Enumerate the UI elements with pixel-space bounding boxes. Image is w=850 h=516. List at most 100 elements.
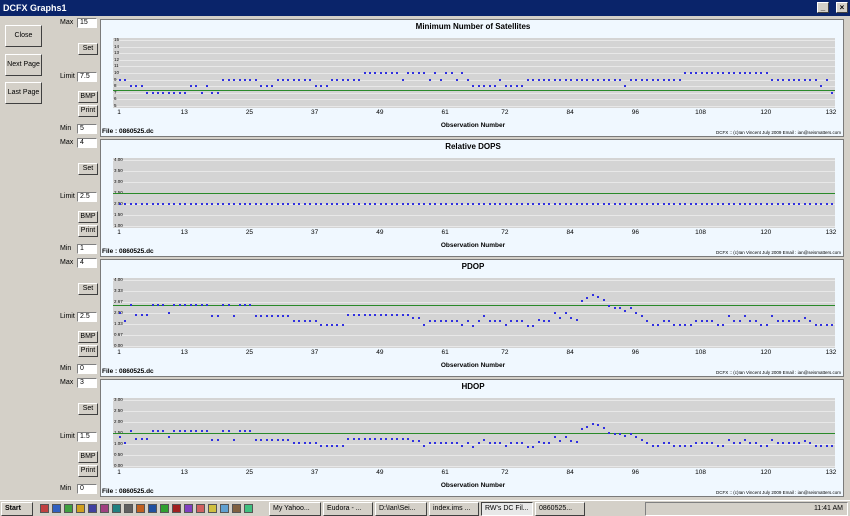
quicklaunch-icon[interactable] (40, 504, 49, 513)
data-point (282, 203, 285, 205)
close-button[interactable]: Close (5, 25, 42, 47)
data-point (597, 203, 600, 205)
y-tick-label: 14 (114, 43, 120, 49)
data-point (695, 442, 698, 445)
min-input[interactable]: 1 (77, 244, 97, 254)
task-button[interactable]: Eudora - ... (323, 502, 373, 516)
grid-line (113, 59, 835, 61)
data-point (227, 303, 230, 306)
data-point (390, 313, 393, 316)
data-point (711, 203, 714, 205)
print-button[interactable]: Print (78, 225, 98, 237)
quicklaunch-icon[interactable] (208, 504, 217, 513)
data-point (472, 446, 475, 449)
limit-input[interactable]: 7.5 (77, 72, 97, 82)
min-input[interactable]: 0 (77, 484, 97, 494)
quicklaunch-icon[interactable] (160, 504, 169, 513)
print-button[interactable]: Print (78, 345, 98, 357)
data-point (792, 203, 795, 205)
bmp-button[interactable]: BMP (78, 211, 98, 223)
data-point (749, 72, 752, 74)
y-tick-label: 0.00 (114, 343, 123, 348)
credit-text: DCFX :: (c)Ian Vincent July 2009 Email :… (715, 130, 841, 135)
min-input[interactable]: 5 (77, 124, 97, 134)
data-point (716, 72, 719, 74)
start-button[interactable]: Start (1, 502, 33, 516)
graph-panel: HDOP 3.00 2.50 2.00 1.50 1.00 0.50 0.00 1 13 25 37 4… (100, 379, 844, 497)
data-point (483, 203, 486, 205)
limit-input[interactable]: 1.5 (77, 432, 97, 442)
quicklaunch-icon[interactable] (100, 504, 109, 513)
next-page-button[interactable]: Next Page (5, 54, 42, 76)
data-point (135, 85, 138, 88)
bmp-button[interactable]: BMP (78, 451, 98, 463)
data-point (233, 78, 236, 81)
max-input[interactable]: 3 (77, 378, 97, 388)
data-point (455, 320, 458, 323)
max-input[interactable]: 4 (77, 258, 97, 268)
data-point (119, 78, 121, 81)
y-tick-label: 4.00 (114, 277, 123, 282)
quicklaunch-icon[interactable] (136, 504, 145, 513)
data-point (651, 323, 654, 326)
quicklaunch-icon[interactable] (148, 504, 157, 513)
quicklaunch-icon[interactable] (64, 504, 73, 513)
bmp-button[interactable]: BMP (78, 91, 98, 103)
x-tick-label: 13 (180, 109, 188, 116)
data-point (412, 203, 415, 205)
minimize-button[interactable]: _ (817, 2, 829, 13)
data-point (260, 203, 263, 205)
data-point (423, 72, 426, 74)
quicklaunch-icon[interactable] (124, 504, 133, 513)
data-point (222, 203, 225, 205)
quicklaunch-icon[interactable] (88, 504, 97, 513)
quicklaunch-icon[interactable] (76, 504, 85, 513)
task-button[interactable]: index.ims ... (429, 502, 479, 516)
quicklaunch-icon[interactable] (184, 504, 193, 513)
task-button[interactable]: 0860525... (535, 502, 585, 516)
data-point (249, 78, 252, 81)
limit-label: Limit (60, 73, 75, 80)
max-input[interactable]: 15 (77, 18, 97, 28)
data-point (477, 320, 480, 323)
data-point (385, 72, 388, 74)
last-page-button[interactable]: Last Page (5, 82, 42, 104)
set-button[interactable]: Set (78, 283, 98, 295)
quicklaunch-icon[interactable] (52, 504, 61, 513)
print-button[interactable]: Print (78, 105, 98, 117)
limit-input[interactable]: 2.5 (77, 312, 97, 322)
quicklaunch-icon[interactable] (244, 504, 253, 513)
quicklaunch-icon[interactable] (112, 504, 121, 513)
data-point (483, 315, 486, 318)
quicklaunch-icon[interactable] (196, 504, 205, 513)
data-point (570, 440, 573, 443)
set-button[interactable]: Set (78, 403, 98, 415)
data-point (347, 313, 350, 316)
set-button[interactable]: Set (78, 43, 98, 55)
data-point (532, 78, 535, 81)
task-button[interactable]: D:\Ian\Sei... (375, 502, 427, 516)
bmp-button[interactable]: BMP (78, 331, 98, 343)
max-input[interactable]: 4 (77, 138, 97, 148)
quicklaunch-icon[interactable] (232, 504, 241, 513)
min-input[interactable]: 0 (77, 364, 97, 374)
task-button-active[interactable]: RW's DC Fil... (481, 502, 533, 516)
data-point (803, 316, 806, 319)
close-window-button[interactable]: × (836, 2, 848, 13)
x-tick-label: 120 (760, 109, 772, 116)
data-point (504, 203, 507, 205)
print-button[interactable]: Print (78, 465, 98, 477)
task-button[interactable]: My Yahoo... (269, 502, 321, 516)
set-button[interactable]: Set (78, 163, 98, 175)
quicklaunch-icon[interactable] (220, 504, 229, 513)
limit-line (113, 89, 835, 91)
x-tick-label: 120 (760, 469, 772, 476)
data-point (542, 320, 545, 323)
quicklaunch-icon[interactable] (172, 504, 181, 513)
limit-input[interactable]: 2.5 (77, 192, 97, 202)
data-point (575, 78, 578, 81)
data-point (178, 203, 181, 205)
file-label: File : 0860525.dc (102, 368, 154, 375)
data-point (336, 444, 339, 447)
data-point (450, 442, 453, 445)
